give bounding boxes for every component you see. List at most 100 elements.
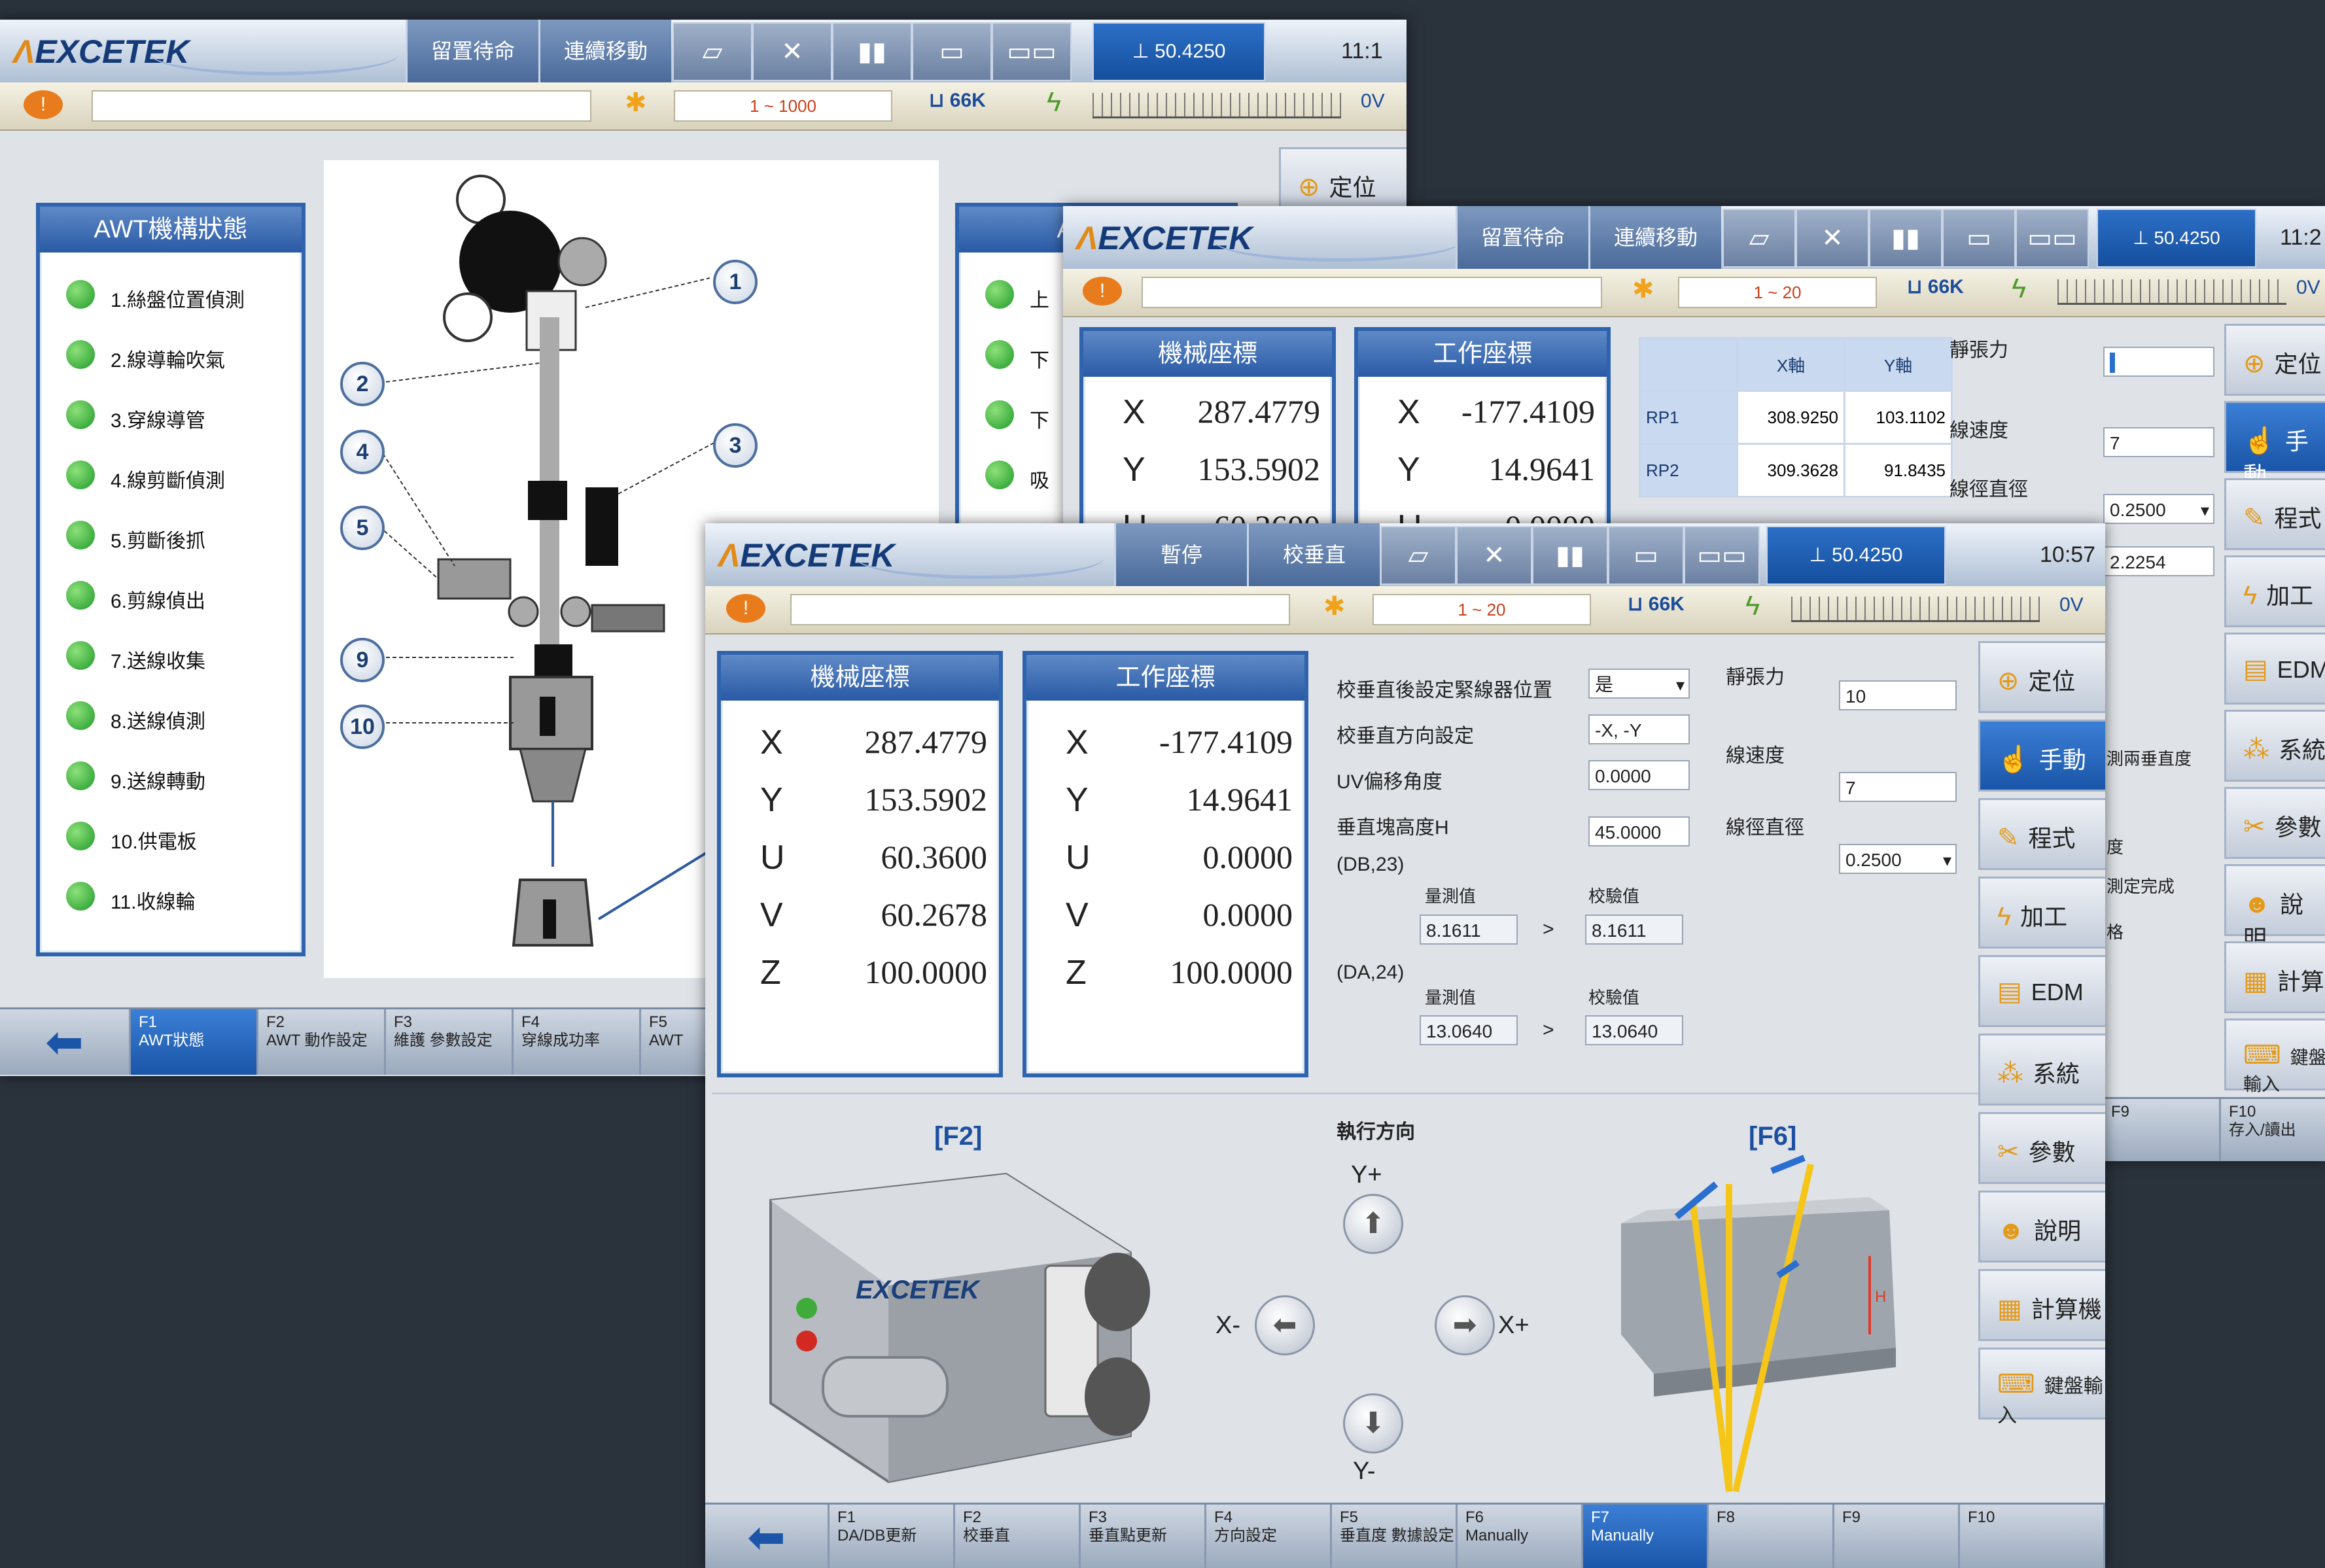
- tool-icon-1[interactable]: ▱: [1722, 209, 1796, 268]
- side-button-help[interactable]: ☻ 說明: [1978, 1191, 2105, 1263]
- fkey-f2[interactable]: F2 AWT 動作設定: [258, 1009, 386, 1075]
- direction-label-x-minus: X-: [1215, 1312, 1240, 1339]
- tool-icon-4[interactable]: ▭: [912, 22, 992, 81]
- status-led: [66, 340, 95, 369]
- fkey-f3[interactable]: F3 垂直點更新: [1081, 1505, 1206, 1568]
- torch-icon: ⊥: [2133, 228, 2149, 248]
- axis-label: X: [1397, 393, 1420, 431]
- keyboard-icon: ⌨: [2243, 1041, 2281, 1070]
- left-arrow-button[interactable]: ⬅: [1255, 1295, 1315, 1355]
- measured-value-1: 8.1611: [1420, 915, 1518, 945]
- side-button-program[interactable]: ✎ 程式: [2224, 478, 2325, 550]
- fkey-f1[interactable]: F1 AWT狀態: [131, 1009, 258, 1075]
- speed-input[interactable]: 7: [2103, 427, 2214, 457]
- status-item: 7.送線收集: [111, 651, 206, 672]
- logo-swoosh: [1214, 219, 1462, 262]
- hand-icon: ☝: [2243, 427, 2276, 455]
- tensioner-position-select[interactable]: 是: [1588, 669, 1690, 700]
- fkey-f10[interactable]: F10 存入/讀出: [2221, 1099, 2325, 1161]
- side-button-system[interactable]: ⁂ 系統: [2224, 710, 2325, 782]
- tool-icon-5[interactable]: ▭▭: [1684, 526, 1760, 585]
- speed-range[interactable]: 1 ~ 20: [1678, 277, 1877, 308]
- right-arrow-button[interactable]: ➡: [1435, 1295, 1495, 1355]
- tool-icon-5[interactable]: ▭▭: [992, 22, 1072, 81]
- side-button-label: EDM: [2277, 656, 2325, 683]
- speed-range[interactable]: 1 ~ 1000: [674, 90, 892, 122]
- mode-calibrate[interactable]: 校垂直: [1247, 523, 1380, 586]
- down-arrow-button[interactable]: ⬇: [1343, 1393, 1403, 1454]
- alarm-icon[interactable]: !: [1083, 277, 1122, 305]
- fkey-f8[interactable]: F8: [1709, 1505, 1834, 1568]
- fkey-number: F10: [2229, 1103, 2256, 1121]
- side-button-system[interactable]: ⁂ 系統: [1978, 1034, 2105, 1106]
- pencil-icon: ✎: [1997, 824, 2019, 852]
- voltage-value: 0V: [1361, 90, 1385, 112]
- tool-icon-3[interactable]: ▮▮: [1869, 209, 1942, 268]
- tool-icon-3[interactable]: ▮▮: [832, 22, 912, 81]
- fkey-f4[interactable]: F4 方向設定: [1206, 1505, 1332, 1568]
- side-button-keyboard[interactable]: ⌨ 鍵盤輸入: [2224, 1019, 2325, 1094]
- status-item: 4.線剪斷偵測: [111, 470, 226, 492]
- fkey-f1[interactable]: F1 DA/DB更新: [830, 1505, 955, 1568]
- mode-standby[interactable]: 留置待命: [1456, 206, 1588, 269]
- side-button-edm[interactable]: ▤ EDM: [1978, 955, 2105, 1027]
- side-button-machining[interactable]: ϟ 加工: [1978, 877, 2105, 949]
- side-button-help[interactable]: ☻ 說明: [2224, 864, 2325, 952]
- speed-input[interactable]: 7: [1839, 772, 1957, 802]
- alarm-icon[interactable]: !: [24, 90, 63, 119]
- speed-range[interactable]: 1 ~ 20: [1372, 594, 1591, 625]
- coord-row-u: U 0.0000: [1026, 829, 1304, 886]
- side-button-manual[interactable]: ☝ 手動: [1978, 720, 2105, 792]
- force-input[interactable]: 10: [1839, 680, 1957, 710]
- side-button-label: 參數: [2274, 814, 2322, 841]
- diameter-select[interactable]: 0.2500: [2103, 494, 2214, 525]
- calculator-icon: ▦: [1997, 1295, 2022, 1323]
- back-button[interactable]: ⬅: [0, 1009, 131, 1075]
- fkey-f2[interactable]: F2 校垂直: [955, 1505, 1081, 1568]
- side-button-manual[interactable]: ☝ 手動: [2224, 401, 2325, 489]
- tool-icon-5[interactable]: ▭▭: [2016, 209, 2089, 268]
- up-arrow-button[interactable]: ⬆: [1343, 1194, 1403, 1254]
- calculator-icon: ▦: [2243, 967, 2268, 996]
- cell-x: 309.3628: [1736, 443, 1845, 498]
- mode-pause[interactable]: 暫停: [1114, 523, 1247, 586]
- fkey-f7[interactable]: F7 Manually: [1583, 1505, 1709, 1568]
- tool-icon-4[interactable]: ▭: [1608, 526, 1684, 585]
- tool-icon-1[interactable]: ▱: [1380, 526, 1456, 585]
- logo-swoosh: [856, 536, 1104, 579]
- block-height-input[interactable]: 45.0000: [1588, 816, 1690, 846]
- tool-icon-1[interactable]: ▱: [673, 22, 752, 81]
- side-button-calculator[interactable]: ▦ 計算機: [1978, 1269, 2105, 1341]
- fkey-f10[interactable]: F10: [1960, 1505, 2105, 1568]
- fkey-f5[interactable]: F5 垂直度 數據設定: [1332, 1505, 1458, 1568]
- side-button-locate[interactable]: ⊕ 定位: [1978, 641, 2105, 713]
- mode-standby[interactable]: 留置待命: [406, 20, 538, 82]
- force-input[interactable]: [2103, 347, 2214, 377]
- fkey-f4[interactable]: F4 穿線成功率: [514, 1009, 641, 1075]
- diameter-select[interactable]: 0.2500: [1839, 844, 1957, 875]
- fkey-f9[interactable]: F9: [2103, 1099, 2221, 1161]
- fkey-f9[interactable]: F9: [1834, 1505, 1960, 1568]
- tool-icon-4[interactable]: ▭: [1942, 209, 2016, 268]
- fkey-f6[interactable]: F6 Manually: [1458, 1505, 1583, 1568]
- coord-row-y: Y 153.5902: [721, 771, 999, 829]
- side-button-keyboard[interactable]: ⌨ 鍵盤輸入: [1978, 1348, 2105, 1427]
- mode-continuous[interactable]: 連續移動: [1588, 206, 1721, 269]
- tool-icon-2[interactable]: ✕: [752, 22, 832, 81]
- side-button-parameter[interactable]: ✂ 參數: [2224, 787, 2325, 859]
- mode-continuous[interactable]: 連續移動: [538, 20, 671, 82]
- side-button-parameter[interactable]: ✂ 參數: [1978, 1112, 2105, 1184]
- side-button-machining[interactable]: ϟ 加工: [2224, 555, 2325, 627]
- side-button-calculator[interactable]: ▦ 計算: [2224, 941, 2325, 1013]
- uv-offset-input[interactable]: 0.0000: [1588, 760, 1690, 790]
- side-button-locate[interactable]: ⊕ 定位: [2224, 324, 2325, 396]
- tool-icon-3[interactable]: ▮▮: [1532, 526, 1608, 585]
- fkey-f3[interactable]: F3 維護 參數設定: [386, 1009, 514, 1075]
- tool-icon-2[interactable]: ✕: [1796, 209, 1869, 268]
- side-button-edm[interactable]: ▤ EDM: [2224, 633, 2325, 705]
- back-button[interactable]: ⬅: [705, 1505, 830, 1568]
- table-header: [1639, 337, 1738, 392]
- alarm-icon[interactable]: !: [726, 594, 765, 623]
- side-button-program[interactable]: ✎ 程式: [1978, 798, 2105, 870]
- tool-icon-2[interactable]: ✕: [1456, 526, 1532, 585]
